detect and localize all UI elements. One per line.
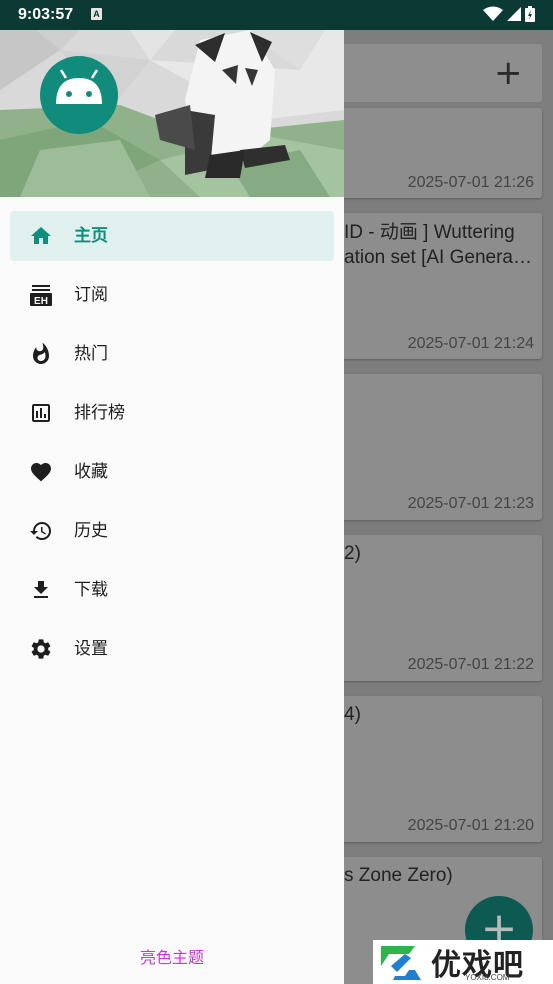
subscribe-eh-icon: EH xyxy=(30,285,52,307)
menu-item-downloads[interactable]: 下载 xyxy=(0,565,344,624)
card-date: 2025-07-01 21:24 xyxy=(407,335,534,352)
card-date: 2025-07-01 21:20 xyxy=(407,817,534,834)
fire-icon xyxy=(33,342,49,364)
navigation-drawer: 主页 EH 订阅 热门 排行榜 收藏 历史 下载 设置 亮色主题 xyxy=(0,0,344,984)
active-highlight xyxy=(10,211,334,261)
gallery-card[interactable]: 2) 2025-07-01 21:22 xyxy=(330,535,542,681)
android-robot-icon xyxy=(56,69,102,104)
card-date: 2025-07-01 21:23 xyxy=(407,495,534,512)
watermark-logo: 优戏吧 YOXI8.COM xyxy=(373,940,553,984)
menu-item-popular[interactable]: 热门 xyxy=(0,329,344,388)
add-button[interactable]: + xyxy=(494,55,523,91)
svg-text:EH: EH xyxy=(34,296,48,307)
settings-gear-icon xyxy=(31,639,51,659)
card-date: 2025-07-01 21:22 xyxy=(407,656,534,673)
card-title-line2: ation set [AI Genera… xyxy=(344,247,532,268)
gallery-card[interactable]: 4) 2025-07-01 21:20 xyxy=(330,696,542,842)
download-icon xyxy=(34,581,48,598)
menu-label: 设置 xyxy=(74,639,108,659)
menu-item-home[interactable]: 主页 xyxy=(0,211,344,270)
watermark-subtext: YOXI8.COM xyxy=(465,973,510,982)
menu-item-subscribe[interactable]: EH 订阅 xyxy=(0,270,344,329)
light-theme-toggle[interactable]: 亮色主题 xyxy=(0,944,344,968)
menu-label: 热门 xyxy=(74,344,108,364)
menu-label: 收藏 xyxy=(74,462,108,482)
menu-label: 历史 xyxy=(74,521,108,541)
menu-item-ranking[interactable]: 排行榜 xyxy=(0,388,344,447)
status-bar: 9:03:57 A xyxy=(0,0,553,30)
menu-item-settings[interactable]: 设置 xyxy=(0,624,344,683)
card-title: s Zone Zero) xyxy=(344,865,453,886)
card-date: 2025-07-01 21:26 xyxy=(407,174,534,191)
card-title: 2) xyxy=(344,543,361,564)
menu-label: 订阅 xyxy=(74,285,108,305)
card-title: ID - 动画 ] Wuttering xyxy=(344,222,515,243)
menu-item-favorites[interactable]: 收藏 xyxy=(0,447,344,506)
home-icon xyxy=(31,227,51,244)
gallery-card[interactable]: ID - 动画 ] Wuttering ation set [AI Genera… xyxy=(330,213,542,359)
notification-icon: A xyxy=(91,8,102,20)
gallery-card[interactable]: 2025-07-01 21:26 xyxy=(330,108,542,198)
menu-label: 下载 xyxy=(74,580,108,600)
menu-item-history[interactable]: 历史 xyxy=(0,506,344,565)
gallery-card[interactable]: 2025-07-01 21:23 xyxy=(330,374,542,520)
card-title: 4) xyxy=(344,704,361,725)
wifi-icon xyxy=(483,6,503,21)
watermark-mark-icon xyxy=(381,946,421,980)
ranking-chart-icon xyxy=(32,404,50,422)
signal-icon xyxy=(507,7,521,21)
drawer-menu: 主页 EH 订阅 热门 排行榜 收藏 历史 下载 设置 xyxy=(0,211,344,683)
menu-label: 排行榜 xyxy=(74,403,125,423)
heart-icon xyxy=(31,463,51,482)
avatar[interactable] xyxy=(40,56,118,134)
battery-icon xyxy=(525,6,535,22)
menu-label: 主页 xyxy=(74,226,108,246)
history-icon xyxy=(30,522,51,540)
status-time: 9:03:57 xyxy=(18,6,74,23)
